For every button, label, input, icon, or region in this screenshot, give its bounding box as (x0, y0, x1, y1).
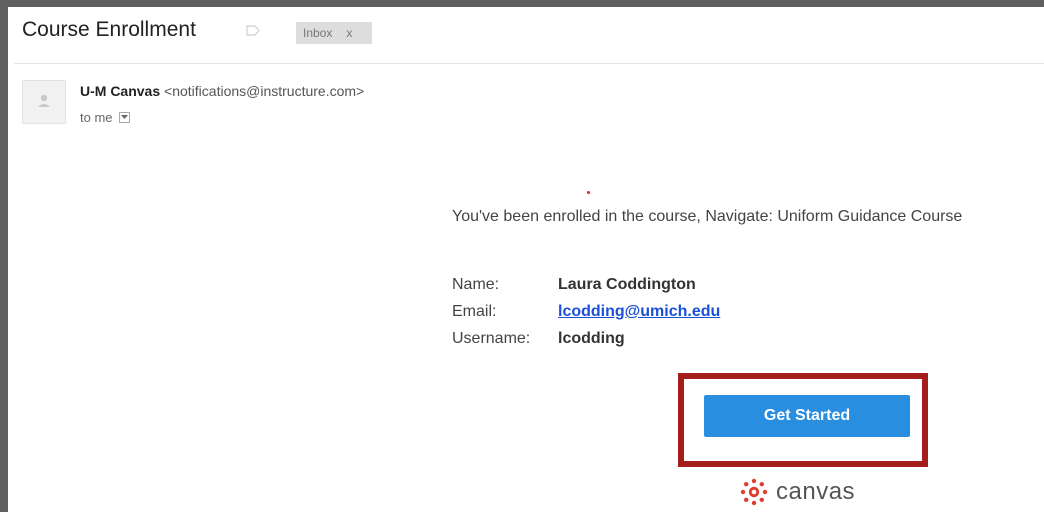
canvas-brand-name: canvas (776, 478, 856, 505)
remove-label-button[interactable]: x (346, 26, 352, 40)
window-frame-left (0, 0, 8, 512)
name-value: Laura Coddington (558, 276, 696, 293)
person-icon (38, 94, 50, 107)
name-label: Name: (452, 276, 500, 293)
email-value: lcodding@umich.edu (558, 303, 720, 321)
inbox-label-text: Inbox (303, 26, 333, 40)
username-label: Username: (452, 330, 531, 347)
sender-address: <notifications@instructure.com> (164, 83, 365, 99)
sender-line: U-M Canvas <notifications@instructure.co… (80, 83, 364, 99)
show-details-button[interactable] (118, 112, 130, 123)
chevron-down-icon (120, 115, 128, 119)
recipient-line: to me (80, 110, 130, 125)
decorative-dot (587, 191, 590, 194)
email-link[interactable]: lcodding@umich.edu (558, 303, 720, 320)
enrollment-message: You've been enrolled in the course, Navi… (452, 208, 963, 225)
header-divider (14, 63, 1044, 64)
sender-avatar (22, 80, 66, 124)
get-started-button[interactable]: Get Started (704, 395, 910, 437)
email-subject: Course Enrollment (22, 18, 196, 41)
label-tag-icon[interactable] (246, 25, 260, 36)
email-label: Email: (452, 303, 497, 320)
username-value: lcodding (558, 330, 625, 347)
canvas-logo-icon (740, 478, 768, 506)
inbox-label-chip: Inbox x (296, 22, 372, 44)
canvas-brand: canvas (740, 478, 855, 506)
recipient-text: to me (80, 110, 113, 125)
window-frame-top (0, 0, 1044, 7)
sender-name[interactable]: U-M Canvas (80, 83, 160, 99)
